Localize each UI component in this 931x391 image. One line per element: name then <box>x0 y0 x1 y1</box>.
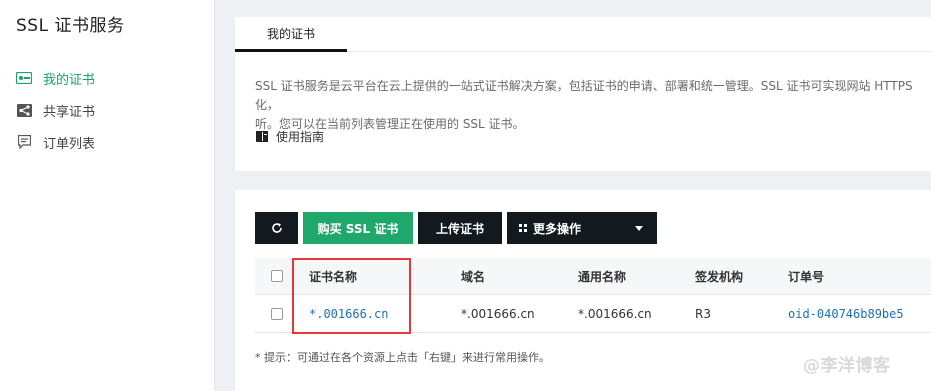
more-actions-dropdown[interactable]: 更多操作 <box>507 212 657 244</box>
service-description: SSL 证书服务是云平台在云上提供的一站式证书解决方案，包括证书的申请、部署和统… <box>255 79 913 131</box>
refresh-button[interactable] <box>255 212 298 244</box>
tab-bar: 我的证书 <box>235 17 931 52</box>
sidebar-title: SSL 证书服务 <box>16 16 125 36</box>
sidebar: SSL 证书服务 我的证书 共享证书 订单列表 <box>0 0 215 391</box>
table-row[interactable]: *.001666.cn *.001666.cn *.001666.cn R3 o… <box>255 295 931 333</box>
context-menu-hint: * 提示：可通过在各个资源上点击「右键」来进行常用操作。 <box>255 351 550 364</box>
issuer-cell: R3 <box>695 306 711 321</box>
chevron-down-icon <box>635 225 643 231</box>
grid-icon <box>519 224 527 232</box>
upload-certificate-button[interactable]: 上传证书 <box>418 212 502 244</box>
certificate-icon <box>16 71 32 85</box>
tab-my-certificates[interactable]: 我的证书 <box>235 17 347 52</box>
watermark: @李洋博客 <box>803 356 891 376</box>
sidebar-item-label: 共享证书 <box>43 104 96 120</box>
guide-link[interactable]: 使用指南 <box>256 128 324 145</box>
sidebar-menu: 我的证书 共享证书 订单列表 <box>0 62 214 158</box>
sidebar-item-label: 订单列表 <box>43 136 96 152</box>
sidebar-item-my-certificates[interactable]: 我的证书 <box>0 62 214 94</box>
column-header-issuer[interactable]: 签发机构 <box>695 258 743 294</box>
intro-panel: 我的证书 SSL 证书服务是云平台在云上提供的一站式证书解决方案，包括证书的申请… <box>235 17 931 171</box>
book-icon <box>256 131 268 142</box>
order-id-link[interactable]: oid-040746b89be5 <box>788 295 904 332</box>
sidebar-item-order-list[interactable]: 订单列表 <box>0 126 214 158</box>
certificate-table: 证书名称 域名 通用名称 签发机构 订单号 *.001666.cn *.0016… <box>255 258 931 333</box>
select-all-checkbox-cell <box>271 258 283 294</box>
common-name-cell: *.001666.cn <box>578 306 652 321</box>
column-header-certificate-name[interactable]: 证书名称 <box>309 258 357 294</box>
column-header-domain[interactable]: 域名 <box>461 258 485 294</box>
order-icon <box>16 135 32 149</box>
sidebar-item-label: 我的证书 <box>43 72 96 88</box>
certificate-name-link[interactable]: *.001666.cn <box>309 295 388 332</box>
row-checkbox-cell <box>271 295 283 332</box>
guide-link-label: 使用指南 <box>276 130 325 144</box>
row-checkbox[interactable] <box>271 307 283 320</box>
table-header-row: 证书名称 域名 通用名称 签发机构 订单号 <box>255 258 931 295</box>
select-all-checkbox[interactable] <box>271 270 283 282</box>
buy-ssl-certificate-button[interactable]: 购买 SSL 证书 <box>303 212 413 244</box>
sidebar-item-shared-certificates[interactable]: 共享证书 <box>0 94 214 126</box>
domain-cell: *.001666.cn <box>461 306 535 321</box>
column-header-order-id[interactable]: 订单号 <box>788 258 824 294</box>
column-header-common-name[interactable]: 通用名称 <box>578 258 626 294</box>
toolbar: 购买 SSL 证书 上传证书 更多操作 <box>255 212 662 244</box>
more-actions-label: 更多操作 <box>533 221 582 236</box>
refresh-icon <box>271 222 283 234</box>
share-icon <box>16 103 32 117</box>
